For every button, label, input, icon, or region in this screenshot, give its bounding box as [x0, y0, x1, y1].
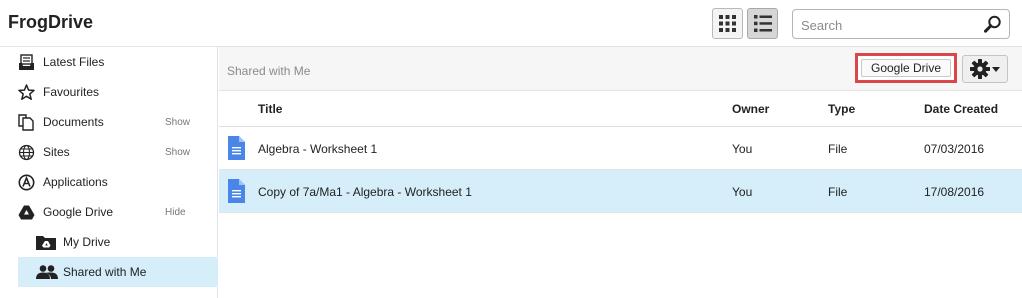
- main-panel: Shared with Me Google Drive Title Owner …: [219, 47, 1022, 298]
- table-header: Title Owner Type Date Created: [219, 91, 1022, 127]
- sidebar-item-shared-with-me[interactable]: Shared with Me: [18, 257, 218, 287]
- toolbar: Shared with Me Google Drive: [219, 47, 1022, 91]
- table-row[interactable]: Copy of 7a/Ma1 - Algebra - Worksheet 1 Y…: [219, 170, 1022, 213]
- row-title: Copy of 7a/Ma1 - Algebra - Worksheet 1: [258, 185, 472, 199]
- row-date-created: 17/08/2016: [924, 185, 985, 199]
- grid-icon: [719, 15, 736, 32]
- google-drive-icon: [18, 204, 35, 221]
- star-icon: [18, 84, 35, 101]
- sidebar-item-documents[interactable]: Documents Show: [18, 107, 218, 137]
- caret-down-icon: [992, 66, 1000, 72]
- sidebar-item-latest-files[interactable]: Latest Files: [18, 47, 218, 77]
- sidebar-item-label: My Drive: [63, 235, 111, 249]
- sidebar-item-label: Latest Files: [43, 55, 105, 69]
- sidebar-item-applications[interactable]: Applications: [18, 167, 218, 197]
- breadcrumb: Shared with Me: [227, 64, 311, 78]
- applications-icon: [18, 174, 35, 191]
- column-date-created[interactable]: Date Created: [924, 102, 998, 116]
- globe-icon: [18, 144, 35, 161]
- sidebar-item-label: Documents: [43, 115, 104, 129]
- row-owner: You: [732, 142, 753, 156]
- people-icon: [36, 264, 58, 281]
- sidebar: Latest Files Favourites Documents Show S…: [0, 47, 218, 298]
- row-date-created: 07/03/2016: [924, 142, 985, 156]
- settings-dropdown-button[interactable]: [962, 55, 1008, 83]
- google-drive-button[interactable]: Google Drive: [861, 59, 951, 77]
- sidebar-item-my-drive[interactable]: My Drive: [18, 227, 218, 257]
- documents-show-toggle[interactable]: Show: [165, 117, 190, 128]
- sites-show-toggle[interactable]: Show: [165, 147, 190, 158]
- app-title: FrogDrive: [8, 12, 94, 32]
- row-type: File: [828, 185, 848, 199]
- sidebar-item-label: Sites: [43, 145, 70, 159]
- drive-folder-icon: [36, 234, 56, 251]
- grid-view-button[interactable]: [712, 8, 743, 39]
- list-view-button[interactable]: [747, 8, 778, 39]
- search-icon[interactable]: [984, 15, 1002, 36]
- table-row[interactable]: Algebra - Worksheet 1 You File 07/03/201…: [219, 127, 1022, 170]
- sidebar-item-label: Favourites: [43, 85, 100, 99]
- search-box: [792, 9, 1010, 39]
- row-type: File: [828, 142, 848, 156]
- column-owner[interactable]: Owner: [732, 102, 769, 116]
- column-title[interactable]: Title: [258, 102, 282, 116]
- sidebar-item-label: Shared with Me: [63, 265, 147, 279]
- google-doc-icon: [228, 179, 245, 206]
- sidebar-item-favourites[interactable]: Favourites: [18, 77, 218, 107]
- gear-icon: [970, 59, 990, 79]
- search-input[interactable]: [799, 15, 983, 35]
- row-owner: You: [732, 185, 753, 199]
- list-icon: [753, 15, 772, 32]
- tray-icon: [18, 54, 35, 71]
- google-drive-hide-toggle[interactable]: Hide: [165, 207, 186, 218]
- row-title: Algebra - Worksheet 1: [258, 142, 378, 156]
- google-drive-button-highlight: Google Drive: [855, 53, 957, 83]
- sidebar-item-sites[interactable]: Sites Show: [18, 137, 218, 167]
- column-type[interactable]: Type: [828, 102, 855, 116]
- google-doc-icon: [228, 136, 245, 163]
- sidebar-item-label: Applications: [43, 175, 108, 189]
- top-bar: FrogDrive: [0, 0, 1022, 47]
- documents-icon: [18, 114, 35, 131]
- sidebar-item-google-drive[interactable]: Google Drive Hide: [18, 197, 218, 227]
- sidebar-item-label: Google Drive: [43, 205, 114, 219]
